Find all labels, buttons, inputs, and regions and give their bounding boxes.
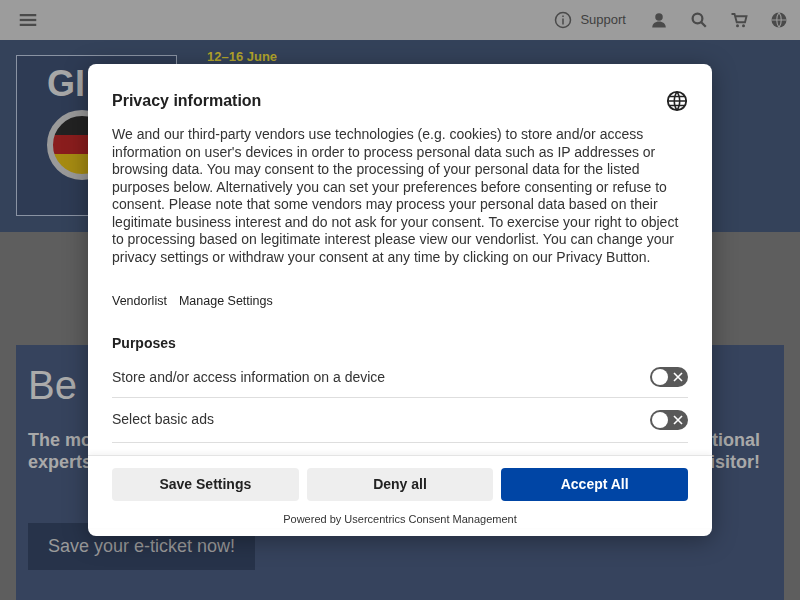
info-icon [554, 11, 572, 29]
dialog-footer: Save SettingsDeny allAccept All Powered b… [88, 455, 712, 528]
toggle-knob [652, 369, 668, 385]
toggle-knob [652, 412, 668, 428]
purposes-list: Store and/or access information on a dev… [112, 358, 688, 455]
search-icon[interactable] [690, 11, 708, 29]
dialog-links: Vendorlist Manage Settings [112, 292, 688, 311]
support-link[interactable]: Support [554, 10, 626, 30]
user-icon[interactable] [650, 11, 668, 29]
dialog-title: Privacy information [112, 91, 261, 110]
hero-line-start: The mo [28, 429, 92, 451]
powered-by: Powered by Usercentrics Consent Manageme… [112, 511, 688, 528]
cross-icon [673, 415, 683, 425]
hero-line-start: experts [28, 451, 92, 473]
dialog-link[interactable]: Vendorlist [112, 292, 167, 311]
cart-icon[interactable] [730, 11, 748, 29]
purpose-label: Store and/or access information on a dev… [112, 367, 385, 388]
menu-icon[interactable] [16, 11, 40, 29]
language-globe-icon[interactable] [666, 90, 688, 112]
site-header: Support [0, 0, 800, 40]
purpose-row [112, 443, 688, 455]
dialog-description: We and our third-party vendors use techn… [112, 126, 688, 266]
header-tools: Support [554, 10, 788, 30]
purpose-row: Select basic ads [112, 398, 688, 443]
dialog-link[interactable]: Manage Settings [179, 292, 273, 311]
dialog-button[interactable]: Save Settings [112, 468, 299, 501]
purpose-toggle[interactable] [650, 410, 688, 430]
support-label[interactable]: Support [580, 10, 626, 30]
dialog-header: Privacy information [112, 90, 688, 112]
cross-icon [673, 372, 683, 382]
purposes-title: Purposes [112, 333, 688, 354]
purpose-label: Select basic ads [112, 409, 214, 430]
dialog-button[interactable]: Deny all [307, 468, 494, 501]
globe-icon[interactable] [770, 11, 788, 29]
hero-line-end: tional [712, 429, 760, 451]
hero-line-end: isitor! [710, 451, 760, 473]
dialog-buttons: Save SettingsDeny allAccept All [112, 468, 688, 501]
purpose-toggle[interactable] [650, 367, 688, 387]
accept-button[interactable]: Accept All [501, 468, 688, 501]
dialog-content: Privacy information We and our third-part… [88, 64, 712, 455]
consent-dialog: Privacy information We and our third-part… [88, 64, 712, 536]
icon-group [650, 11, 788, 29]
purpose-row: Store and/or access information on a dev… [112, 358, 688, 398]
